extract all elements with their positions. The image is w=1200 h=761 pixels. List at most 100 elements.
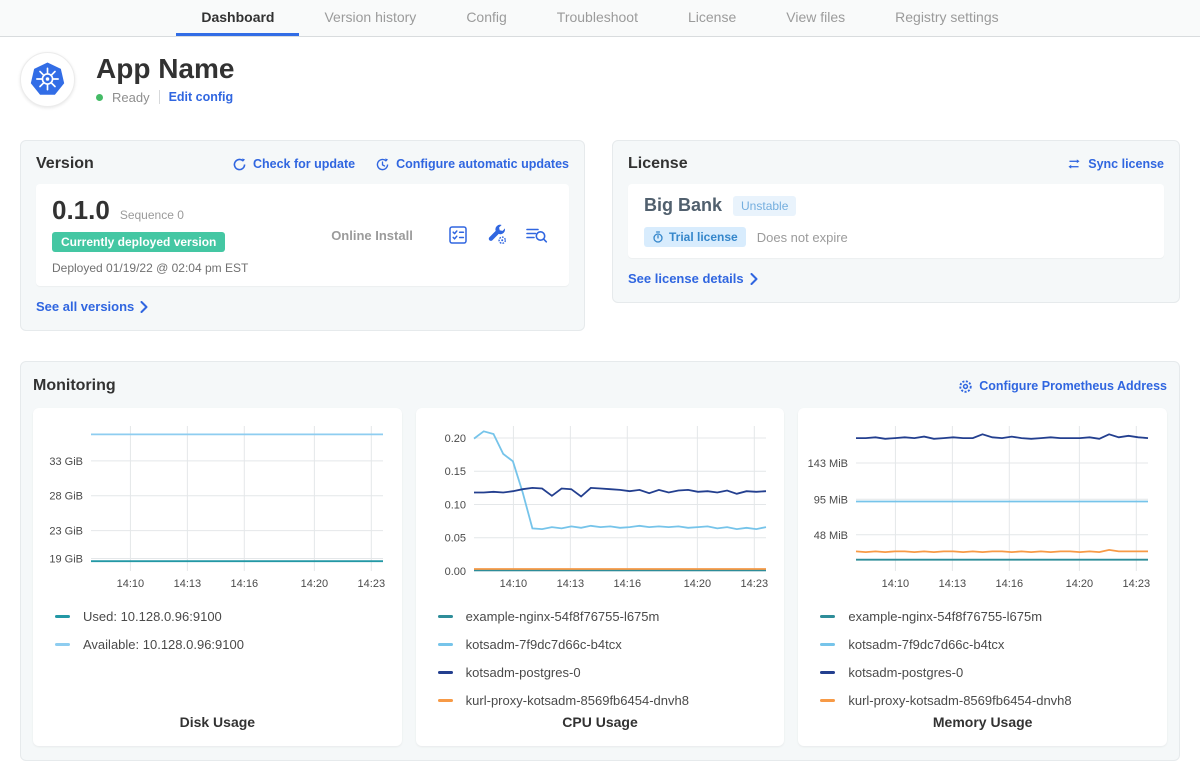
chevron-right-icon: [140, 301, 148, 313]
svg-text:143 MiB: 143 MiB: [808, 458, 848, 470]
legend-label: Available: 10.128.0.96:9100: [83, 637, 244, 652]
disk-usage-legend: Used: 10.128.0.96:9100 Available: 10.128.…: [39, 602, 396, 658]
svg-text:48 MiB: 48 MiB: [814, 530, 848, 542]
tab-version-history[interactable]: Version history: [299, 0, 441, 36]
svg-text:0.05: 0.05: [444, 533, 465, 545]
svg-text:19 GiB: 19 GiB: [49, 553, 83, 565]
chart-title: CPU Usage: [422, 714, 779, 730]
app-icon: [20, 52, 75, 107]
legend-swatch: [820, 699, 835, 702]
sync-license-button[interactable]: Sync license: [1066, 157, 1164, 171]
stopwatch-icon: [652, 231, 664, 243]
install-type-label: Online Install: [297, 228, 447, 243]
divider: [159, 90, 160, 104]
deployed-timestamp: Deployed 01/19/22 @ 02:04 pm EST: [52, 261, 297, 275]
svg-text:0.20: 0.20: [444, 433, 465, 445]
legend-label: kotsadm-7f9dc7d66c-b4tcx: [466, 637, 622, 652]
legend-item: kurl-proxy-kotsadm-8569fb6454-dnvh8: [820, 686, 1161, 714]
top-nav: DashboardVersion historyConfigTroublesho…: [0, 0, 1200, 37]
svg-text:95 MiB: 95 MiB: [814, 494, 848, 506]
legend-label: Used: 10.128.0.96:9100: [83, 609, 222, 624]
clock-refresh-icon: [375, 157, 390, 172]
channel-badge: Unstable: [733, 196, 796, 216]
memory-usage-chart: 14:1014:1314:1614:2014:2348 MiB95 MiB143…: [804, 418, 1156, 593]
app-header: App Name Ready Edit config: [20, 52, 1180, 107]
version-icon-buttons: [447, 224, 553, 246]
legend-item: example-nginx-54f8f76755-l675m: [820, 602, 1161, 630]
svg-text:14:10: 14:10: [882, 578, 910, 590]
legend-swatch: [55, 643, 70, 646]
legend-item: kotsadm-7f9dc7d66c-b4tcx: [820, 630, 1161, 658]
license-expiry: Does not expire: [757, 230, 848, 245]
gear-icon: [958, 379, 973, 394]
edit-config-link[interactable]: Edit config: [169, 90, 234, 104]
version-actions: Check for update Configure automatic upd…: [232, 157, 569, 172]
tab-view-files[interactable]: View files: [761, 0, 870, 36]
svg-text:14:13: 14:13: [174, 578, 202, 590]
license-panel: License Sync license Big Bank Unstable: [612, 140, 1180, 303]
chevron-right-icon: [750, 273, 758, 285]
view-logs-icon[interactable]: [525, 224, 549, 246]
configure-automatic-updates-button[interactable]: Configure automatic updates: [375, 157, 569, 172]
legend-label: kotsadm-7f9dc7d66c-b4tcx: [848, 637, 1004, 652]
legend-item: kotsadm-7f9dc7d66c-b4tcx: [438, 630, 779, 658]
svg-text:0.10: 0.10: [444, 499, 465, 511]
tab-registry-settings[interactable]: Registry settings: [870, 0, 1023, 36]
legend-swatch: [438, 643, 453, 646]
preflight-checks-icon[interactable]: [447, 224, 469, 246]
sync-icon: [1066, 157, 1082, 171]
tab-troubleshoot[interactable]: Troubleshoot: [532, 0, 663, 36]
legend-item: example-nginx-54f8f76755-l675m: [438, 602, 779, 630]
monitoring-panel: Monitoring Configure Prometheus Address …: [20, 361, 1180, 761]
configure-prometheus-button[interactable]: Configure Prometheus Address: [958, 379, 1167, 394]
edit-config-wrench-icon[interactable]: [486, 224, 508, 246]
charts-row: 14:1014:1314:1614:2014:2319 GiB23 GiB28 …: [33, 408, 1167, 746]
legend-label: kotsadm-postgres-0: [466, 665, 581, 680]
version-panel: Version Check for update: [20, 140, 585, 331]
svg-text:14:16: 14:16: [231, 578, 259, 590]
version-info: 0.1.0 Sequence 0 Currently deployed vers…: [52, 195, 297, 275]
deployed-badge: Currently deployed version: [52, 232, 225, 252]
disk-usage-card: 14:1014:1314:1614:2014:2319 GiB23 GiB28 …: [33, 408, 402, 746]
legend-label: example-nginx-54f8f76755-l675m: [848, 609, 1042, 624]
tab-dashboard[interactable]: Dashboard: [176, 0, 299, 36]
svg-text:14:23: 14:23: [740, 578, 768, 590]
sequence-label: Sequence 0: [120, 208, 184, 222]
memory-usage-card: 14:1014:1314:1614:2014:2348 MiB95 MiB143…: [798, 408, 1167, 746]
version-panel-head: Version Check for update: [36, 155, 569, 173]
svg-text:14:20: 14:20: [683, 578, 711, 590]
monitoring-title: Monitoring: [33, 377, 116, 395]
memory-usage-legend: example-nginx-54f8f76755-l675m kotsadm-7f…: [804, 602, 1161, 714]
svg-text:33 GiB: 33 GiB: [49, 456, 83, 468]
legend-label: kotsadm-postgres-0: [848, 665, 963, 680]
svg-text:14:10: 14:10: [117, 578, 145, 590]
legend-label: kurl-proxy-kotsadm-8569fb6454-dnvh8: [466, 693, 689, 708]
cpu-usage-card: 14:1014:1314:1614:2014:230.000.050.100.1…: [416, 408, 785, 746]
legend-swatch: [438, 615, 453, 618]
svg-text:14:20: 14:20: [1066, 578, 1094, 590]
svg-text:14:23: 14:23: [1123, 578, 1151, 590]
page: App Name Ready Edit config Version: [0, 52, 1200, 761]
svg-text:14:13: 14:13: [556, 578, 584, 590]
refresh-icon: [232, 157, 247, 172]
cpu-usage-legend: example-nginx-54f8f76755-l675m kotsadm-7f…: [422, 602, 779, 714]
svg-text:28 GiB: 28 GiB: [49, 491, 83, 503]
disk-usage-chart: 14:1014:1314:1614:2014:2319 GiB23 GiB28 …: [39, 418, 391, 593]
see-all-versions-link[interactable]: See all versions: [36, 299, 148, 314]
tab-config[interactable]: Config: [441, 0, 531, 36]
version-number: 0.1.0: [52, 195, 110, 226]
legend-item: Used: 10.128.0.96:9100: [55, 602, 396, 630]
check-for-update-button[interactable]: Check for update: [232, 157, 355, 172]
cpu-usage-chart: 14:1014:1314:1614:2014:230.000.050.100.1…: [422, 418, 774, 593]
legend-swatch: [438, 699, 453, 702]
trial-license-badge: Trial license: [644, 227, 746, 247]
svg-text:14:23: 14:23: [358, 578, 386, 590]
chart-title: Disk Usage: [39, 714, 396, 730]
tab-license[interactable]: License: [663, 0, 761, 36]
monitoring-head: Monitoring Configure Prometheus Address: [33, 377, 1167, 395]
legend-item: Available: 10.128.0.96:9100: [55, 630, 396, 658]
legend-label: kurl-proxy-kotsadm-8569fb6454-dnvh8: [848, 693, 1071, 708]
license-card: Big Bank Unstable Trial license Does not…: [628, 184, 1164, 258]
status-text: Ready: [112, 90, 150, 105]
see-license-details-link[interactable]: See license details: [628, 271, 758, 286]
